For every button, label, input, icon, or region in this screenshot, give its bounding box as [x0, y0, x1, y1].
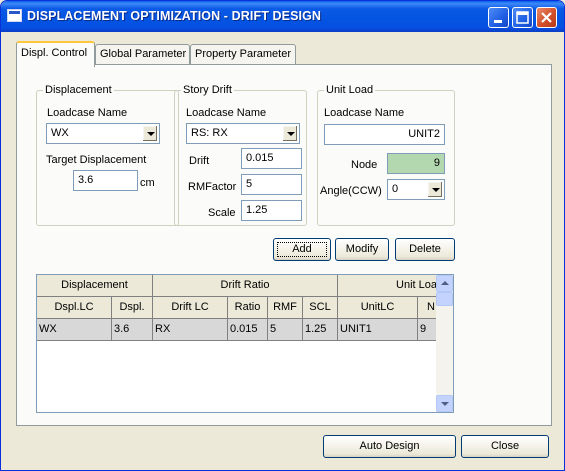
delete-button[interactable]: Delete	[395, 238, 455, 261]
table-cell[interactable]: RX	[153, 319, 228, 341]
table-cell[interactable]: UNIT1	[338, 319, 418, 341]
rmfactor-input[interactable]: 5	[241, 174, 302, 195]
target-displacement-input[interactable]: 3.6	[73, 170, 138, 191]
tab-displ-control[interactable]: Displ. Control	[16, 41, 95, 67]
displacement-group: Displacement Loadcase Name WX Target Dis…	[36, 84, 179, 226]
story-drift-loadcase-label: Loadcase Name	[186, 107, 267, 119]
displacement-loadcase-select[interactable]: WX	[46, 123, 160, 144]
drift-input[interactable]: 0.015	[241, 148, 302, 169]
window-title: DISPLACEMENT OPTIMIZATION - DRIFT DESIGN	[27, 9, 322, 23]
tab-property-parameter[interactable]: Property Parameter	[190, 44, 296, 65]
group-header-displacement: Displacement	[37, 275, 153, 297]
table-cell[interactable]: 5	[268, 319, 303, 341]
angle-select[interactable]: 0	[387, 179, 445, 200]
unit-load-loadcase-label: Loadcase Name	[324, 107, 405, 119]
column-header-scl[interactable]: SCL	[303, 297, 338, 319]
node-label: Node	[351, 159, 378, 171]
close-window-button[interactable]	[536, 7, 557, 28]
tab-global-parameter[interactable]: Global Parameter	[95, 44, 190, 65]
table-vertical-scrollbar[interactable]	[436, 275, 453, 412]
story-drift-group-title: Story Drift	[181, 84, 234, 96]
table-cell[interactable]: 0.015	[228, 319, 268, 341]
target-displacement-label: Target Displacement	[46, 154, 147, 166]
scroll-thumb[interactable]	[436, 292, 453, 306]
displacement-loadcase-label: Loadcase Name	[47, 107, 128, 119]
design-table[interactable]: Displacement Drift Ratio Unit Loa Dspl.L…	[36, 274, 454, 413]
group-header-drift-ratio: Drift Ratio	[153, 275, 338, 297]
close-icon	[541, 12, 552, 23]
scale-label: Scale	[208, 207, 236, 219]
minimize-button[interactable]	[488, 7, 509, 28]
drift-label: Drift	[189, 155, 210, 167]
auto-design-button[interactable]: Auto Design	[323, 435, 456, 458]
scroll-down-icon[interactable]	[436, 395, 453, 412]
column-header-dspl-lc[interactable]: Dspl.LC	[37, 297, 112, 319]
column-header-ratio[interactable]: Ratio	[228, 297, 268, 319]
table-cell[interactable]: WX	[37, 319, 112, 341]
story-drift-loadcase-select[interactable]: RS: RX	[186, 123, 300, 144]
group-header-unit-load: Unit Loa	[338, 275, 438, 297]
maximize-icon	[516, 11, 529, 24]
table-cell[interactable]: 1.25	[303, 319, 338, 341]
unit-load-group: Unit Load Loadcase Name UNIT2 Node 9 Ang…	[317, 84, 455, 226]
angle-label: Angle(CCW)	[320, 185, 382, 197]
modify-button[interactable]: Modify	[335, 238, 389, 261]
column-header-dspl[interactable]: Dspl.	[112, 297, 153, 319]
chevron-down-icon[interactable]	[282, 125, 298, 142]
title-bar[interactable]: DISPLACEMENT OPTIMIZATION - DRIFT DESIGN	[1, 1, 564, 32]
story-drift-loadcase-value: RS: RX	[191, 127, 228, 139]
column-header-rmf[interactable]: RMF	[268, 297, 303, 319]
chevron-down-icon[interactable]	[427, 181, 443, 198]
node-field: 9	[387, 153, 445, 174]
displ-control-panel: Displacement Loadcase Name WX Target Dis…	[16, 64, 552, 426]
unit-load-loadcase-input[interactable]: UNIT2	[324, 124, 445, 145]
minimize-icon	[494, 20, 502, 23]
displacement-group-title: Displacement	[43, 84, 114, 96]
scale-input[interactable]: 1.25	[241, 200, 302, 221]
dialog-window: DISPLACEMENT OPTIMIZATION - DRIFT DESIGN…	[0, 0, 565, 471]
maximize-button[interactable]	[512, 7, 533, 28]
close-button[interactable]: Close	[461, 435, 549, 458]
app-window-icon	[7, 9, 22, 22]
story-drift-group: Story Drift Loadcase Name RS: RX Drift 0…	[174, 84, 307, 226]
displacement-loadcase-value: WX	[51, 127, 69, 139]
scroll-up-icon[interactable]	[436, 275, 453, 292]
column-header-node[interactable]: N	[418, 297, 438, 319]
rmfactor-label: RMFactor	[188, 181, 237, 193]
angle-value: 0	[392, 183, 399, 195]
table-cell[interactable]: 9	[418, 319, 438, 341]
chevron-down-icon[interactable]	[142, 125, 158, 142]
column-header-unit-lc[interactable]: UnitLC	[338, 297, 418, 319]
unit-label: cm	[140, 177, 155, 189]
add-button[interactable]: Add	[273, 238, 331, 261]
unit-load-group-title: Unit Load	[324, 84, 376, 96]
column-header-drift-lc[interactable]: Drift LC	[153, 297, 228, 319]
table-cell[interactable]: 3.6	[112, 319, 153, 341]
